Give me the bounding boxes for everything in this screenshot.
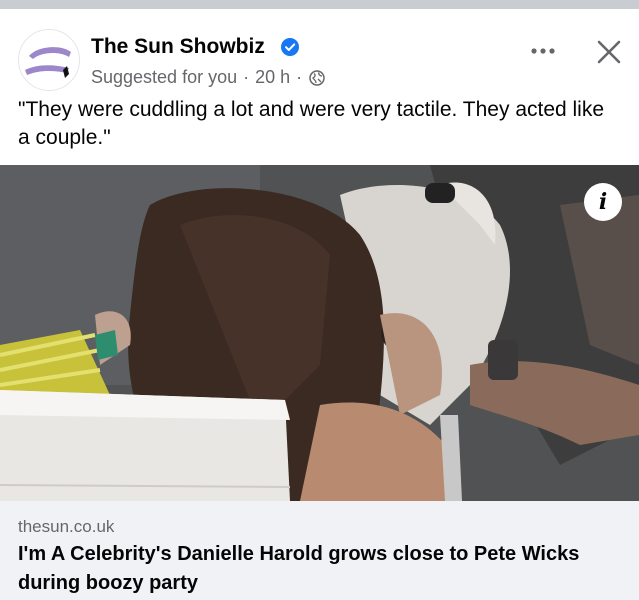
meta-separator: · <box>296 67 303 87</box>
close-button[interactable] <box>594 37 624 67</box>
globe-icon <box>309 69 325 86</box>
sun-logo-icon <box>25 47 71 78</box>
post-caption: "They were cuddling a lot and were very … <box>18 98 605 149</box>
link-preview[interactable]: thesun.co.uk I'm A Celebrity's Danielle … <box>0 501 639 600</box>
info-icon: i <box>598 189 608 215</box>
page-avatar[interactable] <box>18 29 80 91</box>
more-options-icon <box>531 48 555 54</box>
post-timestamp[interactable]: 20 h <box>255 67 290 88</box>
link-headline: I'm A Celebrity's Danielle Harold grows … <box>18 543 580 594</box>
feed-divider <box>0 0 639 9</box>
meta-separator: · <box>243 67 250 87</box>
post-header: The Sun Showbiz Suggested for you · 20 h… <box>0 9 639 91</box>
post-photo[interactable] <box>0 165 639 501</box>
link-domain: thesun.co.uk <box>18 517 115 536</box>
more-options-button[interactable] <box>528 39 558 63</box>
photo-image <box>0 165 639 501</box>
post-meta: Suggested for you · 20 h · <box>91 67 325 88</box>
close-icon <box>597 40 621 64</box>
suggested-label: Suggested for you <box>91 67 238 87</box>
info-button[interactable]: i <box>584 183 622 221</box>
page-name[interactable]: The Sun Showbiz <box>91 35 265 59</box>
verified-badge-icon <box>281 38 299 56</box>
